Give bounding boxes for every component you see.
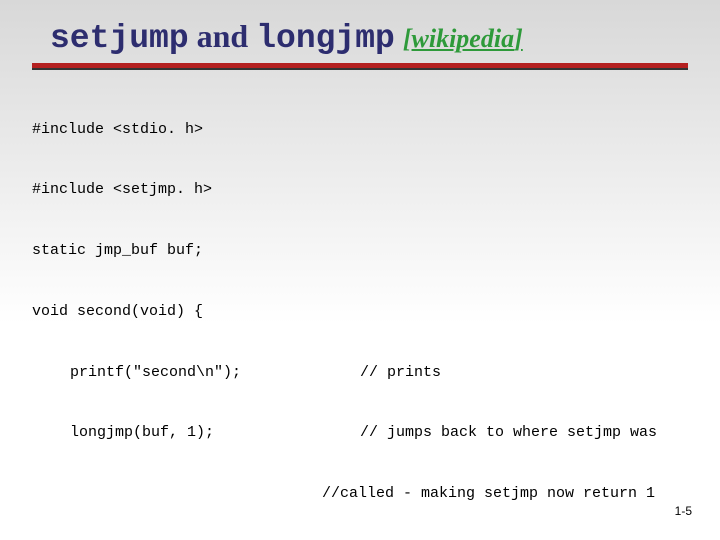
title-underline	[32, 63, 688, 71]
code-block: #include <stdio. h> #include <setjmp. h>…	[32, 79, 688, 540]
code-line: static jmp_buf buf;	[32, 241, 688, 261]
slide: setjump and longjmp [wikipedia] #include…	[0, 0, 720, 540]
code-comment: // jumps back to where setjmp was	[360, 423, 688, 443]
code-line: #include <stdio. h>	[32, 120, 688, 140]
code-comment: // prints	[360, 363, 688, 383]
title-code-1: setjump	[50, 20, 189, 57]
rule-shadow	[32, 68, 688, 70]
title-lbracket: [	[403, 24, 412, 53]
code-line: //called - making setjmp now return 1	[32, 484, 688, 504]
title-space	[395, 18, 403, 54]
title-and: and	[189, 18, 257, 54]
code-line: longjmp(buf, 1);// jumps back to where s…	[32, 423, 688, 443]
title-rbracket: ]	[514, 24, 523, 53]
title-code-2: longjmp	[256, 20, 395, 57]
wikipedia-link[interactable]: wikipedia	[412, 24, 515, 53]
slide-title: setjump and longjmp [wikipedia]	[50, 18, 688, 57]
code-comment: //called - making setjmp now return 1	[322, 484, 688, 504]
code-line: #include <setjmp. h>	[32, 180, 688, 200]
code-line: void second(void) {	[32, 302, 688, 322]
code-left: printf("second\n");	[32, 363, 360, 383]
code-left: longjmp(buf, 1);	[32, 423, 360, 443]
page-number: 1-5	[675, 504, 692, 518]
code-left	[32, 484, 322, 504]
code-line: printf("second\n");// prints	[32, 363, 688, 383]
